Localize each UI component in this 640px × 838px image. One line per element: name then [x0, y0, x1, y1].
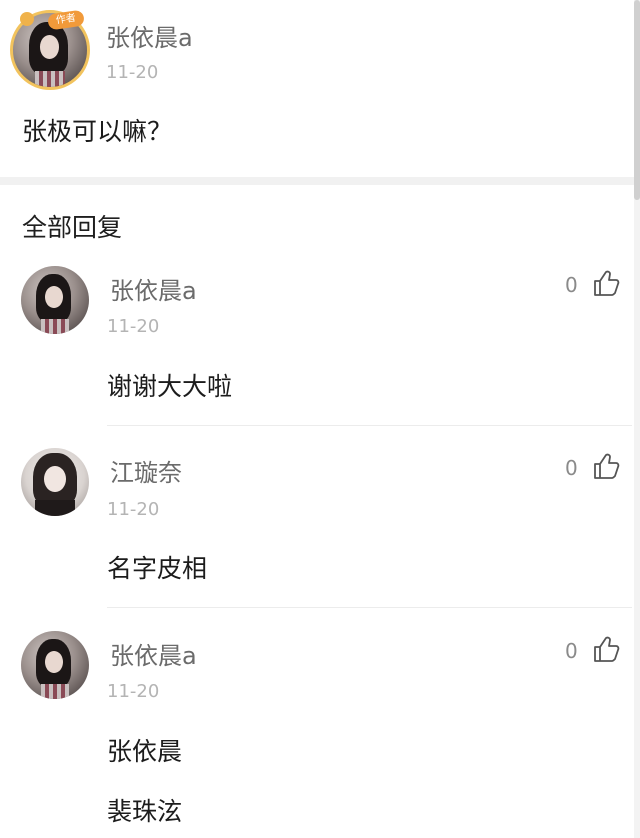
thumbs-up-icon[interactable] — [591, 451, 621, 481]
reply-content-line: 张依晨 — [107, 737, 183, 766]
reply-author-name[interactable]: 张依晨a — [110, 636, 197, 671]
reply-author-avatar[interactable] — [21, 448, 89, 516]
scrollbar-thumb[interactable] — [634, 0, 640, 200]
avatar-top — [35, 70, 65, 87]
reply-like-count: 0 — [565, 456, 578, 480]
avatar-face — [39, 35, 59, 59]
reply-author-name[interactable]: 张依晨a — [110, 271, 197, 306]
avatar-top — [34, 499, 76, 516]
reply-time: 11-20 — [107, 499, 160, 520]
thumbs-up-icon[interactable] — [591, 268, 621, 298]
reply-content-line: 裴珠泫 — [107, 797, 183, 826]
reply-divider — [107, 425, 632, 426]
avatar-top — [41, 684, 69, 699]
reply-content-line: 谢谢大大啦 — [107, 372, 233, 401]
reply-like-count: 0 — [565, 639, 578, 663]
avatar-face — [44, 465, 66, 492]
reply-content-line: 名字皮相 — [107, 554, 208, 583]
post-content: 张极可以嘛？ — [22, 117, 173, 146]
avatar-top — [41, 319, 69, 334]
thumbs-up-icon[interactable] — [591, 634, 621, 664]
reply-divider — [107, 607, 632, 608]
author-badge-dot — [20, 12, 34, 26]
reply-author-avatar[interactable] — [21, 266, 89, 334]
post-author-name[interactable]: 张依晨a — [106, 18, 193, 53]
scrollbar[interactable] — [634, 0, 640, 838]
reply-time: 11-20 — [107, 681, 160, 702]
replies-section-title: 全部回复 — [22, 213, 123, 242]
reply-author-avatar[interactable] — [21, 631, 89, 699]
section-divider — [0, 177, 640, 185]
reply-time: 11-20 — [107, 316, 160, 337]
post-time: 11-20 — [106, 62, 159, 83]
reply-author-name[interactable]: 江璇奈 — [110, 453, 182, 488]
reply-like-count: 0 — [565, 273, 578, 297]
